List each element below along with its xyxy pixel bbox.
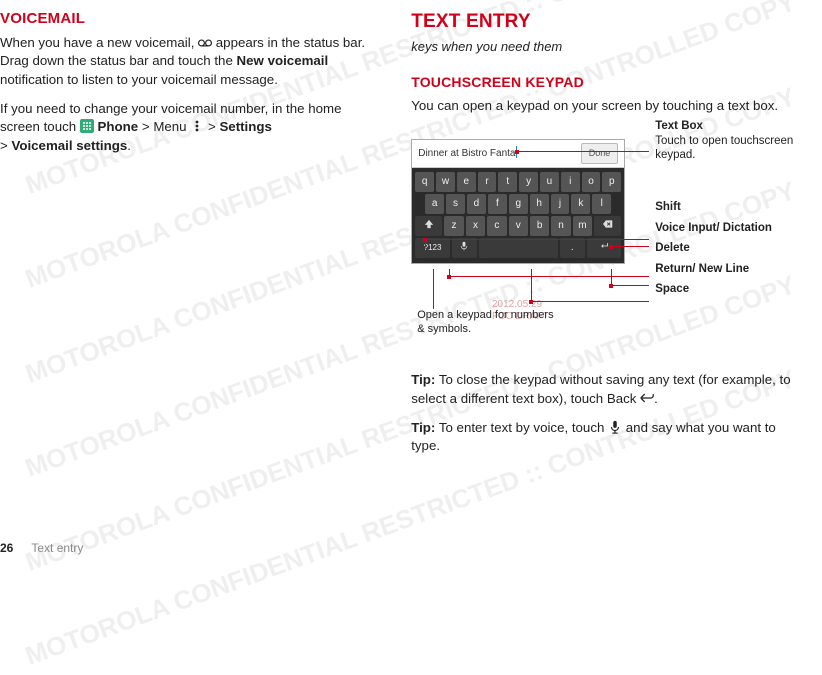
- symbols-key-caption: Open a keypad for numbers & symbols.: [417, 309, 557, 337]
- key-v[interactable]: v: [509, 216, 528, 236]
- key-symbols[interactable]: ?123: [415, 238, 450, 258]
- callout-delete: Delete: [655, 241, 808, 255]
- callout-textbox: Text Box Touch to open touchscreen keypa…: [655, 119, 808, 162]
- page-footer: 26 Text entry: [0, 540, 83, 557]
- key-period[interactable]: .: [560, 238, 585, 258]
- key-b[interactable]: b: [530, 216, 549, 236]
- key-e[interactable]: e: [457, 172, 476, 192]
- keypad-screenshot: Dinner at Bistro Fanta Done q w e r t y …: [411, 139, 625, 264]
- key-p[interactable]: p: [602, 172, 621, 192]
- key-d[interactable]: d: [467, 194, 486, 214]
- key-row-1: q w e r t y u i o p: [415, 172, 621, 192]
- key-row-4: ?123 .: [415, 238, 621, 258]
- key-space[interactable]: [479, 238, 558, 258]
- voicemail-icon: [198, 36, 212, 48]
- key-r[interactable]: r: [478, 172, 497, 192]
- voicemail-heading: VOICEMAIL: [0, 8, 381, 30]
- key-a[interactable]: a: [425, 194, 444, 214]
- key-delete[interactable]: [594, 216, 621, 236]
- key-l[interactable]: l: [592, 194, 611, 214]
- key-j[interactable]: j: [551, 194, 570, 214]
- key-z[interactable]: z: [444, 216, 463, 236]
- text-entry-heading: TEXT ENTRY: [411, 8, 808, 36]
- callout-voice: Voice Input/ Dictation: [655, 221, 808, 235]
- done-button[interactable]: Done: [581, 143, 619, 164]
- tip-voice-input: Tip: To enter text by voice, touch and s…: [411, 419, 808, 456]
- key-o[interactable]: o: [582, 172, 601, 192]
- key-q[interactable]: q: [415, 172, 434, 192]
- key-return[interactable]: [587, 238, 622, 258]
- tip-close-keypad: Tip: To close the keypad without saving …: [411, 371, 808, 408]
- key-y[interactable]: y: [519, 172, 538, 192]
- key-h[interactable]: h: [530, 194, 549, 214]
- keypad-figure: Dinner at Bistro Fanta Done q w e r t y …: [411, 131, 808, 351]
- page-number: 26: [0, 540, 13, 557]
- key-s[interactable]: s: [446, 194, 465, 214]
- back-icon: [640, 391, 654, 405]
- key-g[interactable]: g: [509, 194, 528, 214]
- key-m[interactable]: m: [573, 216, 592, 236]
- section-name: Text entry: [31, 540, 83, 557]
- callout-shift: Shift: [655, 200, 808, 214]
- dialpad-icon: [80, 119, 94, 133]
- key-row-3: z x c v b n m: [415, 216, 621, 236]
- key-n[interactable]: n: [551, 216, 570, 236]
- callout-return: Return/ New Line: [655, 262, 808, 276]
- text-entry-subtitle: keys when you need them: [411, 38, 808, 57]
- touchscreen-keypad-heading: TOUCHSCREEN KEYPAD: [411, 72, 808, 92]
- menu-icon: [190, 119, 204, 133]
- touchscreen-keypad-intro: You can open a keypad on your screen by …: [411, 97, 808, 116]
- key-mic[interactable]: [452, 238, 477, 258]
- callout-space: Space: [655, 282, 808, 296]
- key-row-2: a s d f g h j k l: [415, 194, 621, 214]
- key-w[interactable]: w: [436, 172, 455, 192]
- key-f[interactable]: f: [488, 194, 507, 214]
- mic-icon: [608, 420, 622, 434]
- key-k[interactable]: k: [571, 194, 590, 214]
- key-t[interactable]: t: [498, 172, 517, 192]
- key-x[interactable]: x: [466, 216, 485, 236]
- key-u[interactable]: u: [540, 172, 559, 192]
- key-c[interactable]: c: [487, 216, 506, 236]
- voicemail-para-2: If you need to change your voicemail num…: [0, 100, 381, 156]
- key-shift[interactable]: [415, 216, 442, 236]
- key-i[interactable]: i: [561, 172, 580, 192]
- text-input-value[interactable]: Dinner at Bistro Fanta: [418, 146, 580, 162]
- voicemail-para-1: When you have a new voicemail, appears i…: [0, 34, 381, 90]
